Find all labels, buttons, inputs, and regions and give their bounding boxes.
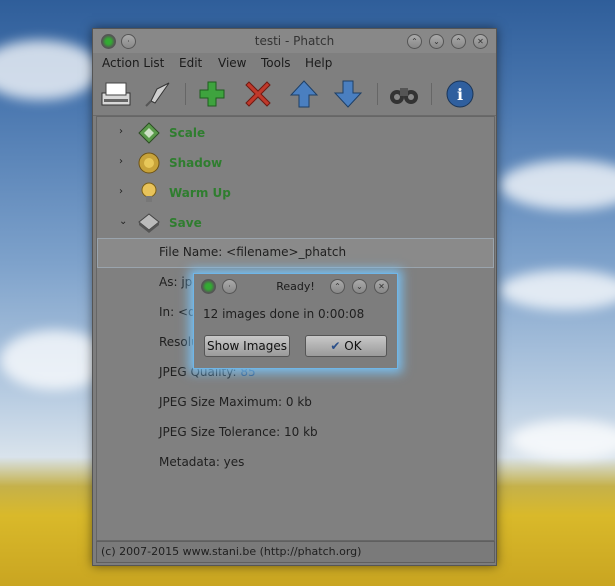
expand-arrow-icon[interactable]: ›: [119, 156, 123, 167]
menu-tools[interactable]: Tools: [261, 56, 291, 70]
expand-arrow-icon[interactable]: ›: [119, 126, 123, 137]
scale-icon: [137, 121, 161, 145]
action-label: Shadow: [169, 156, 223, 170]
save-icon: [137, 211, 161, 235]
ready-dialog: · Ready! ⌃ ⌄ ✕ 12 images done in 0:00:08…: [193, 273, 398, 369]
info-icon[interactable]: i: [443, 77, 477, 111]
keep-above-button[interactable]: ⌃: [407, 34, 422, 49]
svg-text:i: i: [457, 85, 463, 104]
menu-view[interactable]: View: [218, 56, 246, 70]
shadow-icon: [137, 151, 161, 175]
toolbar-separator: [377, 83, 378, 105]
minimize-button[interactable]: ⌄: [352, 279, 367, 294]
add-icon[interactable]: [195, 77, 229, 111]
close-button[interactable]: ✕: [374, 279, 389, 294]
status-bar: (c) 2007-2015 www.stani.be (http://phatc…: [96, 541, 495, 563]
ok-button[interactable]: ✔ OK: [305, 335, 387, 357]
ok-label: OK: [344, 339, 362, 353]
prop-metadata[interactable]: Metadata: yes: [159, 455, 244, 469]
action-save[interactable]: ⌄ Save: [97, 208, 494, 238]
keep-above-button[interactable]: ⌃: [330, 279, 345, 294]
move-up-icon[interactable]: [287, 77, 321, 111]
menu-help[interactable]: Help: [305, 56, 332, 70]
move-down-icon[interactable]: [331, 77, 365, 111]
action-label: Warm Up: [169, 186, 231, 200]
prop-jpeg-size-tol[interactable]: JPEG Size Tolerance: 10 kb: [159, 425, 318, 439]
menu-bar: Action List Edit View Tools Help: [93, 53, 496, 73]
prop-file-name[interactable]: File Name: <filename>_phatch: [159, 245, 346, 259]
dialog-message: 12 images done in 0:00:08: [203, 307, 365, 321]
cloud: [510, 420, 615, 460]
toolbar-separator: [431, 83, 432, 105]
title-bar: · testi - Phatch ⌃ ⌄ ⌃ ✕: [93, 29, 496, 53]
delete-icon[interactable]: [241, 77, 275, 111]
action-warm-up[interactable]: › Warm Up: [97, 178, 494, 208]
status-text: (c) 2007-2015 www.stani.be (http://phatc…: [101, 545, 362, 558]
expand-arrow-icon[interactable]: ›: [119, 186, 123, 197]
action-shadow[interactable]: › Shadow: [97, 148, 494, 178]
cloud: [500, 160, 615, 210]
maximize-button[interactable]: ⌃: [451, 34, 466, 49]
check-icon: ✔: [330, 339, 341, 353]
menu-action-list[interactable]: Action List: [102, 56, 164, 70]
toolbar: i: [93, 73, 496, 116]
minimize-button[interactable]: ⌄: [429, 34, 444, 49]
cloud: [500, 270, 615, 310]
collapse-arrow-icon[interactable]: ⌄: [119, 216, 127, 227]
show-images-button[interactable]: Show Images: [204, 335, 290, 357]
menu-edit[interactable]: Edit: [179, 56, 202, 70]
toolbar-separator: [185, 83, 186, 105]
action-scale[interactable]: › Scale: [97, 118, 494, 148]
binoculars-icon[interactable]: [387, 77, 421, 111]
action-label: Save: [169, 216, 202, 230]
bulb-icon: [137, 181, 161, 205]
action-label: Scale: [169, 126, 206, 140]
rocket-icon[interactable]: [141, 77, 175, 111]
prop-jpeg-size-max[interactable]: JPEG Size Maximum: 0 kb: [159, 395, 312, 409]
process-icon[interactable]: [99, 77, 133, 111]
cloud: [0, 40, 100, 100]
close-button[interactable]: ✕: [473, 34, 488, 49]
